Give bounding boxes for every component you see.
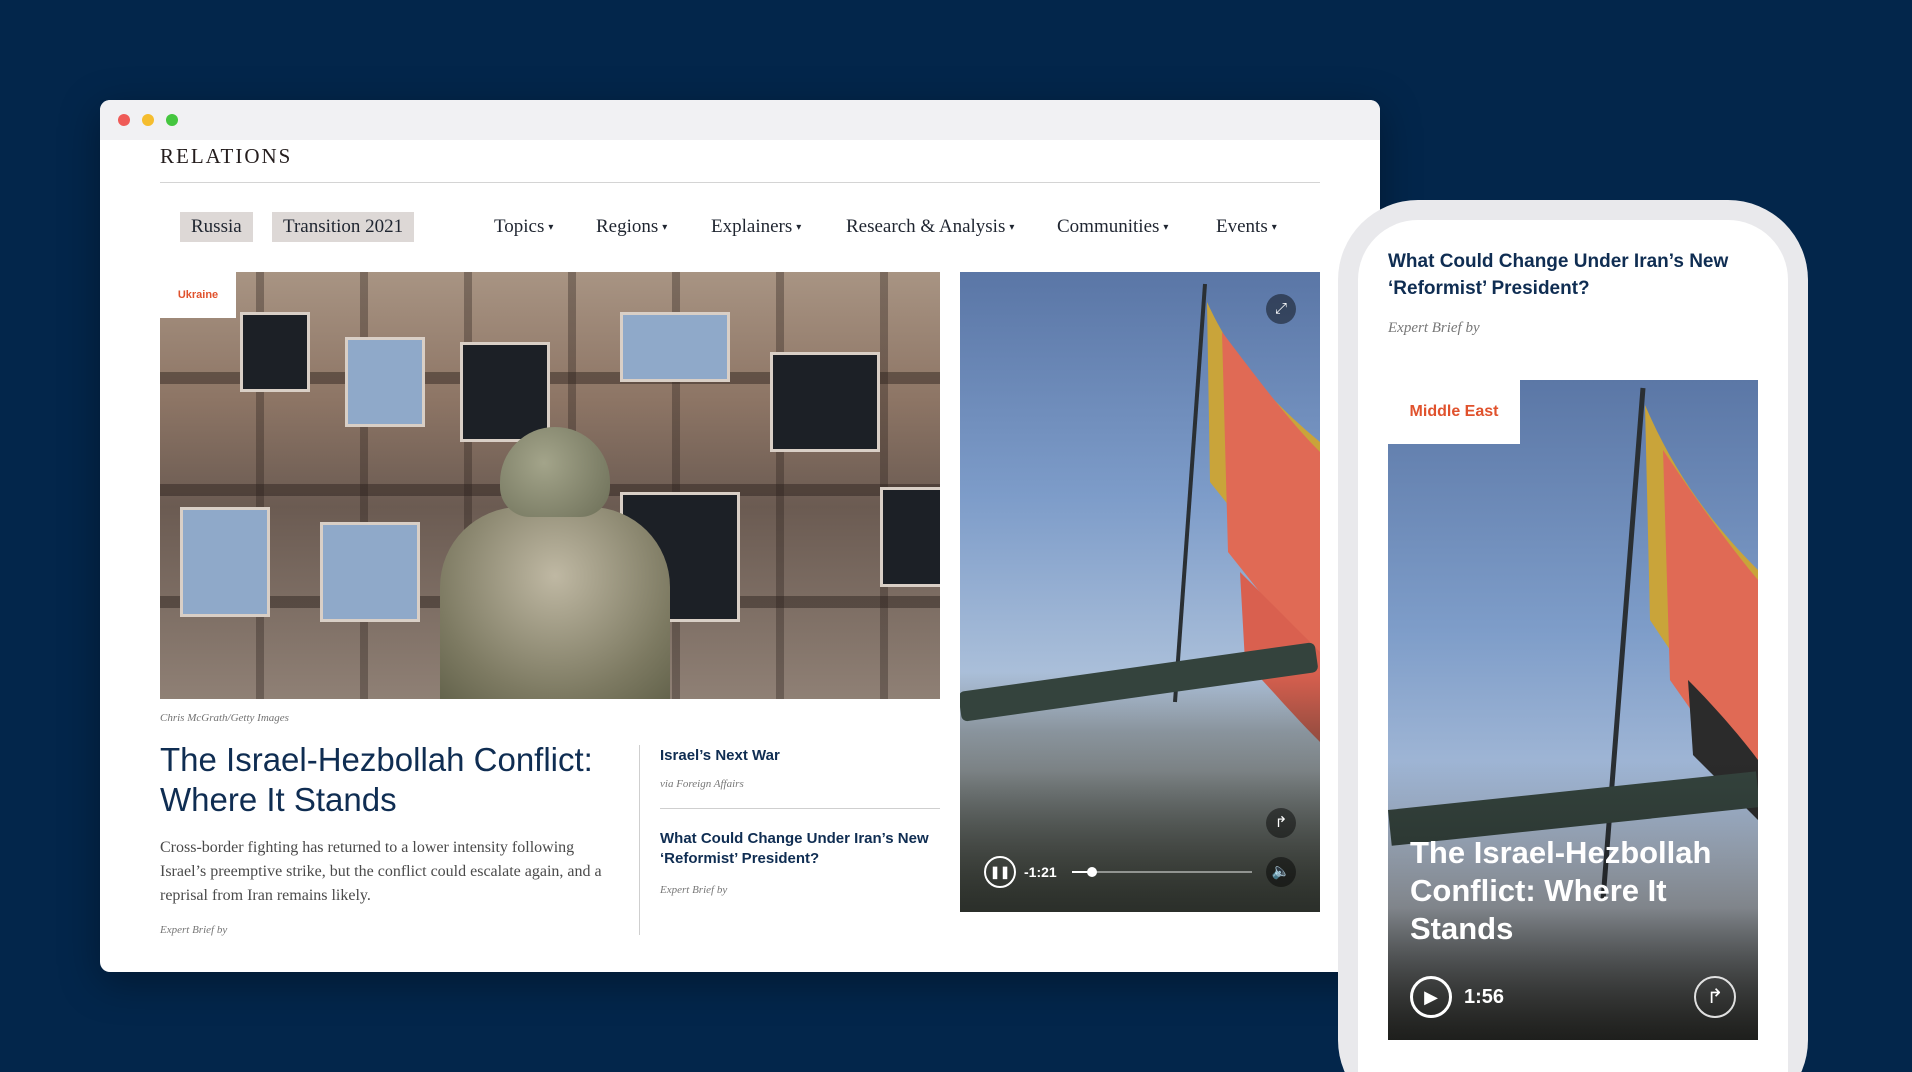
hero-image[interactable] [160, 272, 940, 699]
nav-item-russia[interactable]: Russia [180, 212, 253, 242]
site-logo[interactable]: RELATIONS [160, 144, 292, 169]
video-player[interactable]: ⤢ ↱ ❚❚ -1:21 🔈 [960, 272, 1320, 912]
window-shape [880, 487, 940, 587]
maximize-window-button[interactable] [166, 114, 178, 126]
volume-icon[interactable]: 🔈 [1266, 857, 1296, 887]
column-divider [639, 745, 640, 935]
window-shape [240, 312, 310, 392]
share-icon[interactable]: ↱ [1694, 976, 1736, 1018]
photo-credit: Chris McGrath/Getty Images [160, 712, 289, 724]
soldier-figure [430, 427, 690, 699]
window-shape [620, 312, 730, 382]
category-tag-ukraine[interactable]: Ukraine [160, 272, 236, 318]
chevron-down-icon: ▾ [1163, 222, 1169, 233]
mobile-article-title[interactable]: What Could Change Under Iran’s New ‘Refo… [1388, 248, 1768, 302]
related-link-iran-reformist[interactable]: What Could Change Under Iran’s New ‘Refo… [660, 829, 950, 869]
video-time-remaining: -1:21 [1024, 864, 1057, 880]
video-scrubber-handle[interactable] [1086, 867, 1097, 877]
hero-summary: Cross-border fighting has returned to a … [160, 839, 602, 904]
related-divider [660, 808, 940, 809]
main-nav: Russia Transition 2021 Topics ▾ Regions ▾ … [100, 212, 1380, 242]
category-tag-middle-east[interactable]: Middle East [1388, 380, 1520, 444]
play-button[interactable]: ▶ [1410, 976, 1452, 1018]
mobile-video-headline[interactable]: The Israel-Hezbollah Conflict: Where It … [1410, 834, 1740, 948]
mobile-screen: What Could Change Under Iran’s New ‘Refo… [1358, 220, 1788, 1072]
minimize-window-button[interactable] [142, 114, 154, 126]
mobile-video-card[interactable]: Middle East The Israel-Hezbollah Conflic… [1388, 380, 1758, 1040]
chevron-down-icon: ▾ [1271, 222, 1277, 233]
chevron-down-icon: ▾ [1009, 222, 1015, 233]
mobile-byline: Expert Brief by [1388, 320, 1480, 336]
hero-headline[interactable]: The Israel-Hezbollah Conflict: Where It … [160, 740, 620, 820]
related-byline: Expert Brief by [660, 884, 728, 896]
chevron-down-icon: ▾ [662, 222, 668, 233]
video-progress-bar[interactable] [1072, 867, 1252, 877]
nav-item-events[interactable]: Events ▾ [1216, 212, 1277, 242]
nav-item-transition-2021[interactable]: Transition 2021 [272, 212, 415, 242]
browser-titlebar [100, 100, 1380, 140]
nav-item-topics[interactable]: Topics ▾ [494, 212, 553, 242]
share-icon[interactable]: ↱ [1266, 808, 1296, 838]
window-shape [345, 337, 425, 427]
related-link-israels-next-war[interactable]: Israel’s Next War [660, 746, 950, 766]
nav-item-communities[interactable]: Communities ▾ [1057, 212, 1168, 242]
window-shape [180, 507, 270, 617]
header-divider [160, 182, 1320, 183]
fullscreen-icon[interactable]: ⤢ [1266, 294, 1296, 324]
pause-button[interactable]: ❚❚ [984, 856, 1016, 888]
window-shape [770, 352, 880, 452]
chevron-down-icon: ▾ [796, 222, 802, 233]
desktop-browser-window: RELATIONS Russia Transition 2021 Topics ▾… [100, 100, 1380, 972]
related-source: via Foreign Affairs [660, 778, 744, 790]
nav-item-explainers[interactable]: Explainers ▾ [711, 212, 801, 242]
nav-item-research-analysis[interactable]: Research & Analysis ▾ [846, 212, 1014, 242]
video-duration: 1:56 [1464, 986, 1505, 1008]
nav-item-regions[interactable]: Regions ▾ [596, 212, 667, 242]
hero-byline: Expert Brief by [160, 924, 228, 936]
chevron-down-icon: ▾ [548, 222, 554, 233]
window-shape [320, 522, 420, 622]
close-window-button[interactable] [118, 114, 130, 126]
